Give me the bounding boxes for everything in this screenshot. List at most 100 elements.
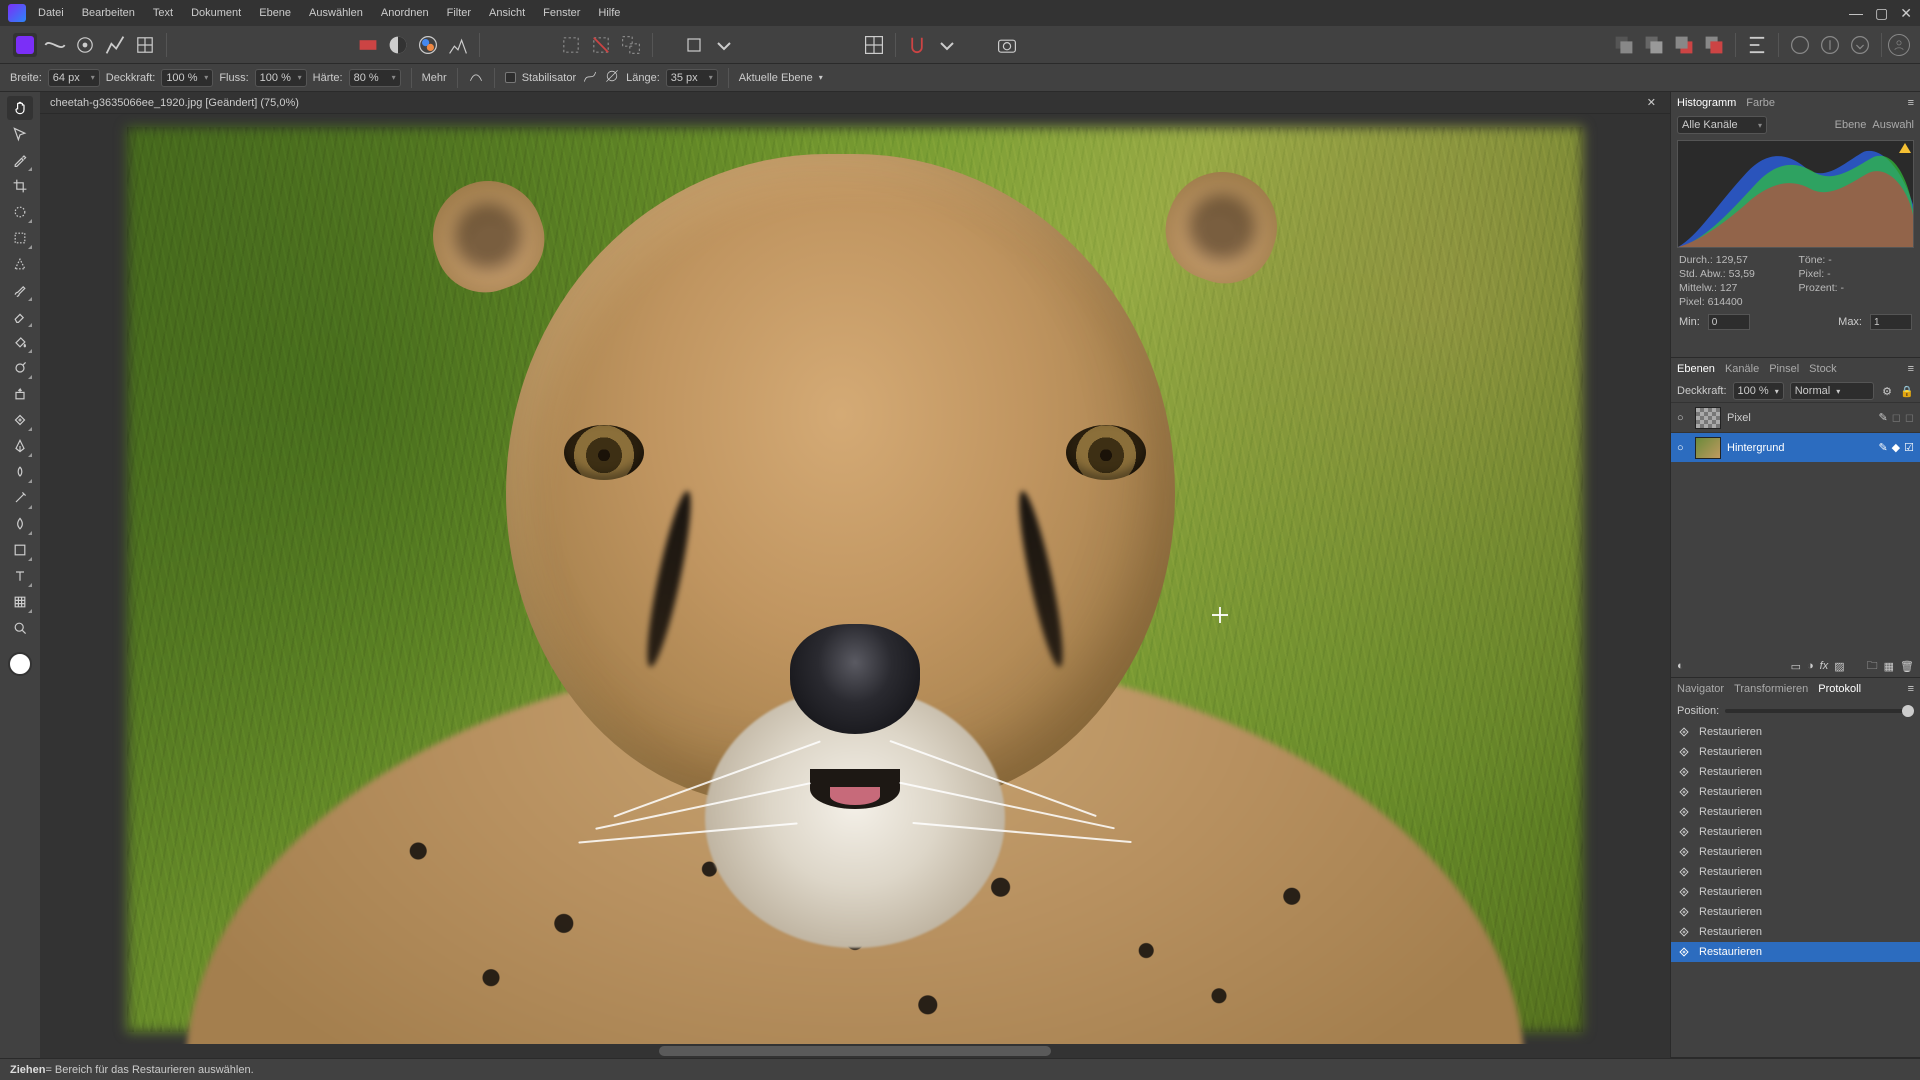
autocontrast-icon[interactable] — [386, 33, 410, 57]
tab-stock[interactable]: Stock — [1809, 363, 1837, 375]
layer-row-pixel[interactable]: ○ Pixel ✎◻◻ — [1671, 402, 1920, 432]
group-layer-icon[interactable]: 🗀 — [1867, 657, 1878, 676]
foreground-color-swatch[interactable] — [8, 652, 32, 676]
persona-export-icon[interactable] — [133, 33, 157, 57]
check-icon[interactable]: ☑ — [1904, 441, 1914, 454]
delete-layer-icon[interactable]: 🗑 — [1900, 660, 1914, 673]
panel-menu-icon[interactable]: ≡ — [1908, 683, 1914, 695]
crop-dropdown-icon[interactable] — [712, 33, 736, 57]
autowhite-icon[interactable] — [416, 33, 440, 57]
shape-tool[interactable] — [7, 538, 33, 562]
tab-pinsel[interactable]: Pinsel — [1769, 363, 1799, 375]
crop-tool[interactable] — [7, 174, 33, 198]
cloud-save-icon[interactable] — [1848, 33, 1872, 57]
history-entry[interactable]: Restaurieren — [1671, 802, 1920, 822]
blur-tool[interactable] — [7, 512, 33, 536]
tab-navigator[interactable]: Navigator — [1677, 683, 1724, 695]
fx-layer-icon[interactable]: fx — [1820, 660, 1829, 672]
persona-tonemap-icon[interactable] — [103, 33, 127, 57]
account-icon[interactable] — [1888, 34, 1910, 56]
tab-protokoll[interactable]: Protokoll — [1818, 683, 1861, 695]
order-front-icon[interactable] — [1702, 33, 1726, 57]
document-tab-close-icon[interactable]: ✕ — [1643, 96, 1660, 109]
layer-name[interactable]: Pixel — [1727, 412, 1873, 424]
fx-icon[interactable]: ✎ — [1879, 411, 1888, 424]
layer-name[interactable]: Hintergrund — [1727, 442, 1872, 454]
visibility-icon[interactable]: ○ — [1677, 442, 1689, 454]
history-entry[interactable]: Restaurieren — [1671, 862, 1920, 882]
hardness-field[interactable]: 80 %▾ — [349, 69, 401, 87]
history-entry[interactable]: Restaurieren — [1671, 742, 1920, 762]
flood-select-tool[interactable] — [7, 252, 33, 276]
selection-brush-tool[interactable] — [7, 200, 33, 224]
flow-field[interactable]: 100 %▾ — [255, 69, 307, 87]
panel-menu-icon[interactable]: ≡ — [1908, 363, 1914, 375]
pen-tool[interactable] — [7, 434, 33, 458]
history-entry[interactable]: Restaurieren — [1671, 842, 1920, 862]
history-entry[interactable]: Restaurieren — [1671, 942, 1920, 962]
move-tool[interactable] — [7, 122, 33, 146]
tab-histogramm[interactable]: Histogramm — [1677, 97, 1736, 109]
menu-window[interactable]: Fenster — [543, 7, 580, 19]
length-field[interactable]: 35 px▾ — [666, 69, 718, 87]
fx-icon[interactable]: ✎ — [1878, 441, 1887, 454]
opacity-field[interactable]: 100 %▾ — [161, 69, 213, 87]
clone-tool[interactable] — [7, 382, 33, 406]
maximize-icon[interactable]: ▢ — [1875, 5, 1888, 22]
align-icon[interactable] — [1745, 33, 1769, 57]
grid-icon[interactable] — [862, 33, 886, 57]
persona-develop-icon[interactable] — [73, 33, 97, 57]
menu-arrange[interactable]: Anordnen — [381, 7, 429, 19]
tab-ebenen[interactable]: Ebenen — [1677, 363, 1715, 375]
history-entry[interactable]: Restaurieren — [1671, 922, 1920, 942]
canvas[interactable] — [127, 127, 1583, 1032]
horizontal-scrollbar[interactable] — [40, 1044, 1670, 1058]
scope-layer-button[interactable]: Ebene — [1835, 119, 1867, 131]
deselect-icon[interactable] — [589, 33, 613, 57]
snap-dropdown-icon[interactable] — [935, 33, 959, 57]
paint-brush-tool[interactable] — [7, 278, 33, 302]
color-picker-tool[interactable] — [7, 148, 33, 172]
link-icon[interactable]: ◆ — [1892, 441, 1900, 454]
menu-edit[interactable]: Bearbeiten — [82, 7, 135, 19]
history-entry[interactable]: Restaurieren — [1671, 882, 1920, 902]
close-icon[interactable]: ✕ — [1900, 5, 1912, 22]
zoom-tool[interactable] — [7, 616, 33, 640]
smudge-tool[interactable] — [7, 460, 33, 484]
menu-select[interactable]: Auswählen — [309, 7, 363, 19]
scope-selection-button[interactable]: Auswahl — [1872, 119, 1914, 131]
history-entry[interactable]: Restaurieren — [1671, 902, 1920, 922]
tab-farbe[interactable]: Farbe — [1746, 97, 1775, 109]
menu-file[interactable]: Datei — [38, 7, 64, 19]
tab-transformieren[interactable]: Transformieren — [1734, 683, 1808, 695]
menu-text[interactable]: Text — [153, 7, 173, 19]
layer-gear-icon[interactable]: ⚙ — [1880, 384, 1894, 398]
crop-mode-icon[interactable] — [682, 33, 706, 57]
autolevels-icon[interactable] — [446, 33, 470, 57]
adjustment-layer-icon[interactable]: ◑ — [1807, 660, 1814, 672]
camera-icon[interactable] — [995, 33, 1019, 57]
history-entry[interactable]: Restaurieren — [1671, 782, 1920, 802]
rope-mode-icon[interactable] — [582, 68, 598, 87]
menu-layer[interactable]: Ebene — [259, 7, 291, 19]
cloud-open-icon[interactable] — [1818, 33, 1842, 57]
erase-tool[interactable] — [7, 304, 33, 328]
canvas-viewport[interactable] — [40, 114, 1670, 1044]
invert-select-icon[interactable] — [619, 33, 643, 57]
width-field[interactable]: 64 px▾ — [48, 69, 100, 87]
layer-opacity-field[interactable]: 100 %▾ — [1733, 382, 1784, 400]
persona-photo-icon[interactable] — [13, 33, 37, 57]
history-entry[interactable]: Restaurieren — [1671, 822, 1920, 842]
minimize-icon[interactable]: — — [1849, 5, 1863, 22]
fill-tool[interactable] — [7, 330, 33, 354]
mesh-warp-tool[interactable] — [7, 590, 33, 614]
order-back-icon[interactable] — [1612, 33, 1636, 57]
hand-tool[interactable] — [7, 96, 33, 120]
menu-filter[interactable]: Filter — [447, 7, 471, 19]
current-layer-select[interactable]: Aktuelle Ebene▾ — [739, 72, 823, 84]
live-filter-icon[interactable]: ▨ — [1834, 660, 1844, 673]
more-button[interactable]: Mehr — [422, 72, 447, 84]
visibility-icon[interactable]: ○ — [1677, 412, 1689, 424]
cloud-new-icon[interactable] — [1788, 33, 1812, 57]
order-backward-icon[interactable] — [1642, 33, 1666, 57]
